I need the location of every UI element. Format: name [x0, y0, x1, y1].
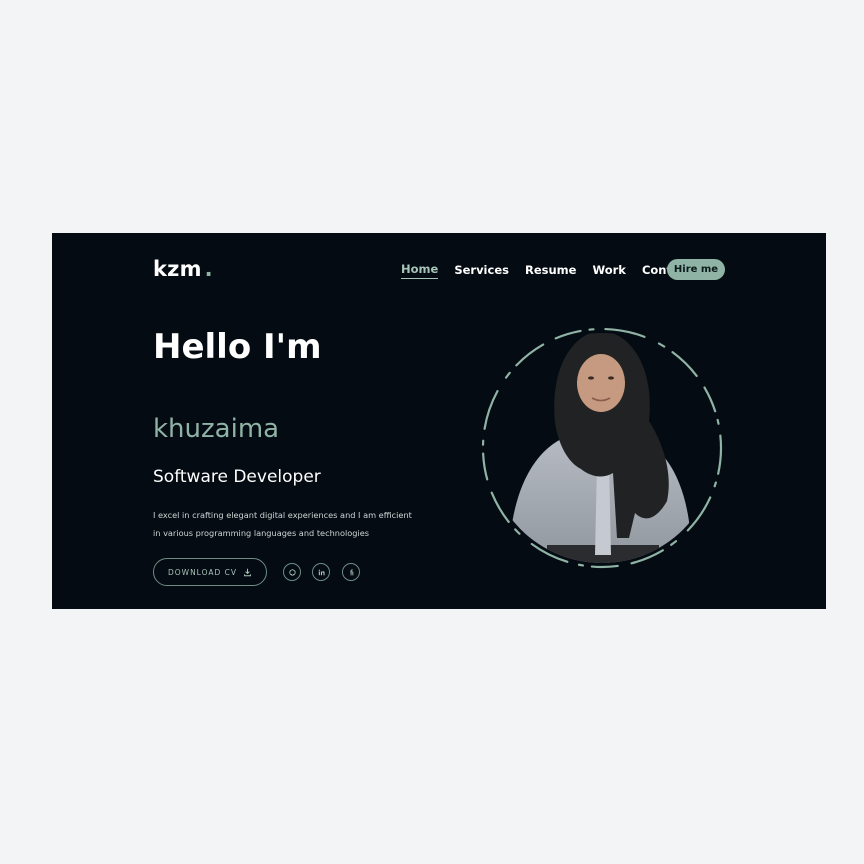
logo[interactable]: kzm. [153, 257, 213, 281]
developer-role: Software Developer [153, 467, 321, 487]
linkedin-icon [318, 569, 325, 575]
nav-services[interactable]: Services [454, 263, 509, 279]
github-icon [288, 568, 296, 576]
main-nav: Home Services Resume Work Contact [401, 262, 708, 279]
linkedin-link[interactable] [312, 563, 330, 581]
developer-name: khuzaima [153, 414, 280, 444]
portfolio-hero: kzm. Home Services Resume Work Contact H… [52, 233, 826, 609]
logo-text: kzm [153, 257, 202, 281]
fiverr-icon [349, 569, 353, 575]
profile-photo [481, 327, 723, 569]
hire-me-button[interactable]: Hire me [667, 259, 725, 280]
hero-description: I excel in crafting elegant digital expe… [153, 510, 412, 538]
profile-photo-area [477, 323, 727, 573]
nav-work[interactable]: Work [592, 263, 626, 279]
download-cv-label: DOWNLOAD CV [167, 567, 238, 577]
download-icon [244, 568, 252, 576]
download-cv-button[interactable]: DOWNLOAD CV [153, 558, 267, 586]
nav-home[interactable]: Home [401, 262, 439, 279]
logo-dot: . [204, 257, 213, 281]
fiverr-link[interactable] [342, 563, 360, 581]
greeting-heading: Hello I'm [153, 327, 322, 367]
nav-resume[interactable]: Resume [525, 263, 576, 279]
github-link[interactable] [283, 563, 301, 581]
